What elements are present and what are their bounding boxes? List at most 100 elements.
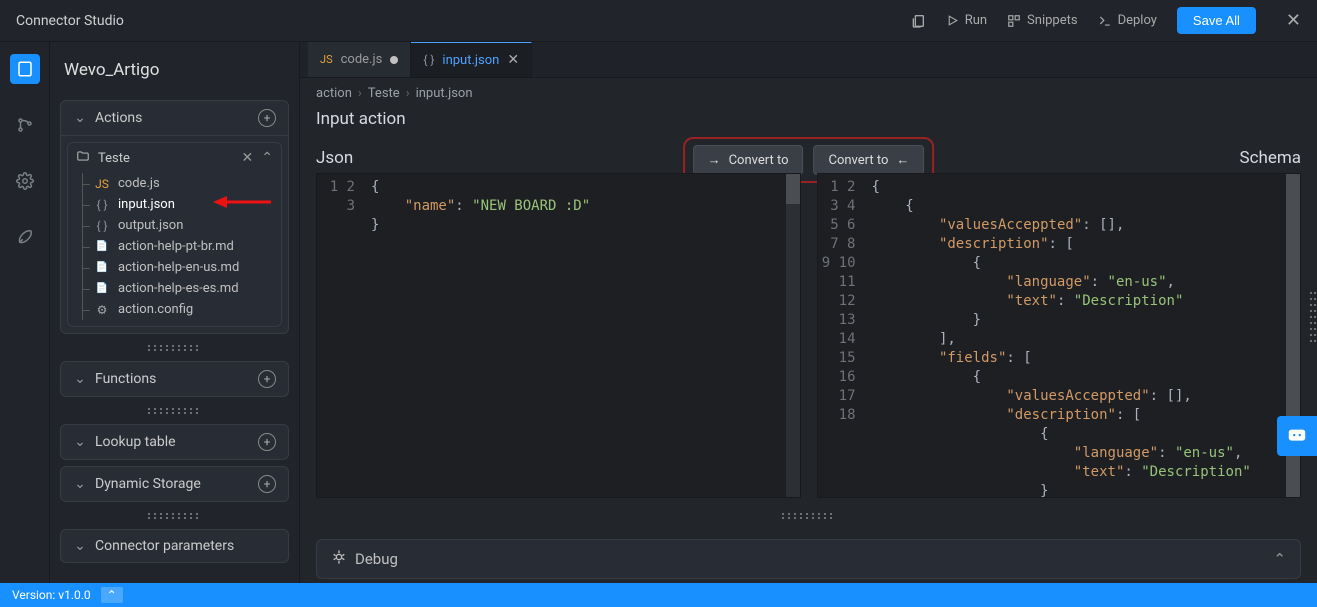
storage-header[interactable]: ⌄ Dynamic Storage + (61, 467, 288, 501)
arrow-left-icon: ← (896, 152, 909, 168)
tree-item[interactable]: ⚙ action.config (68, 299, 281, 320)
tree-item[interactable]: JS code.js (68, 173, 281, 194)
add-storage-button[interactable]: + (258, 475, 276, 493)
activity-bar (0, 42, 50, 583)
storage-panel: ⌄ Dynamic Storage + (60, 466, 289, 502)
tree-item-label: action.config (118, 302, 193, 317)
tree-item-label: action-help-es-es.md (118, 281, 239, 296)
actions-panel-header[interactable]: ⌄ Actions + (61, 101, 288, 135)
rail-files-icon[interactable] (10, 54, 40, 84)
json-file-icon: { } (94, 219, 110, 233)
convert-to-schema-button[interactable]: → Convert to (693, 145, 804, 175)
snippets-label: Snippets (1027, 13, 1078, 28)
resize-handle[interactable] (60, 403, 289, 418)
folder-icon (76, 149, 90, 167)
tree-item[interactable]: 📄 action-help-pt-br.md (68, 236, 281, 257)
lookup-label: Lookup table (95, 434, 176, 450)
tree-item-label: output.json (118, 218, 183, 233)
json-file-icon: { } (94, 198, 110, 212)
add-function-button[interactable]: + (258, 370, 276, 388)
project-title: Wevo_Artigo (60, 52, 289, 94)
tab-label: code.js (341, 52, 383, 67)
debug-panel[interactable]: Debug ⌃ (316, 539, 1301, 579)
app-title: Connector Studio (16, 13, 124, 29)
functions-header[interactable]: ⌄ Functions + (61, 362, 288, 396)
chevron-down-icon: ⌄ (73, 434, 87, 450)
top-bar: Connector Studio Run Snippets Deploy Sav… (0, 0, 1317, 42)
close-tab-icon[interactable]: ✕ (507, 52, 519, 68)
add-lookup-button[interactable]: + (258, 433, 276, 451)
crumb-2[interactable]: input.json (416, 86, 473, 101)
breadcrumb-sep: › (358, 86, 362, 101)
editor-tabs: JS code.js { } input.json ✕ (300, 42, 1317, 78)
chat-widget-button[interactable] (1277, 416, 1317, 456)
editor-resize-handle[interactable] (300, 508, 1317, 523)
md-file-icon: 📄 (94, 241, 110, 252)
params-label: Connector parameters (95, 538, 234, 554)
run-label: Run (965, 13, 987, 28)
crumb-1[interactable]: Teste (368, 86, 400, 101)
gear-icon: ⚙ (94, 303, 110, 317)
code-body[interactable]: { { "valuesAcceppted": [], "description"… (864, 174, 1287, 497)
folder-close-icon[interactable]: ✕ (242, 150, 254, 166)
json-file-icon: { } (423, 53, 434, 67)
functions-panel: ⌄ Functions + (60, 361, 289, 397)
js-file-icon: JS (320, 53, 333, 66)
lookup-panel: ⌄ Lookup table + (60, 424, 289, 460)
tree-item-label: action-help-en-us.md (118, 260, 239, 275)
arrow-right-icon: → (708, 152, 721, 168)
chevron-down-icon: ⌄ (73, 371, 87, 387)
editors-row: → Convert to Convert to ← Json 1 2 3 { "… (300, 143, 1317, 498)
tree-item-label: code.js (118, 176, 160, 191)
params-panel: ⌄ Connector parameters (60, 529, 289, 563)
rail-settings-icon[interactable] (10, 166, 40, 196)
rail-branch-icon[interactable] (10, 110, 40, 140)
params-header[interactable]: ⌄ Connector parameters (61, 530, 288, 562)
add-action-button[interactable]: + (258, 109, 276, 127)
rail-rocket-icon[interactable] (10, 222, 40, 252)
action-folder: Teste ✕ ⌃ JS code.js { } input.json { } outpu… (67, 142, 282, 327)
debug-label: Debug (355, 550, 398, 568)
resize-handle[interactable] (60, 508, 289, 523)
json-editor[interactable]: 1 2 3 { "name": "NEW BOARD :D" } (316, 173, 801, 498)
status-expand-icon[interactable]: ⌃ (101, 587, 123, 603)
tree-item[interactable]: 📄action-help-es-es.md (68, 278, 281, 299)
snippets-button[interactable]: Snippets (1007, 13, 1078, 28)
bug-icon (331, 549, 347, 569)
convert-to-json-button[interactable]: Convert to ← (814, 145, 925, 175)
tree-item[interactable]: { } output.json (68, 215, 281, 236)
minimap[interactable] (786, 174, 800, 497)
deploy-label: Deploy (1118, 13, 1157, 28)
folder-collapse-icon[interactable]: ⌃ (261, 150, 273, 166)
deploy-button[interactable]: Deploy (1098, 13, 1157, 28)
schema-editor[interactable]: 1 2 3 4 5 6 7 8 9 10 11 12 13 14 15 16 1… (817, 173, 1302, 498)
lookup-header[interactable]: ⌄ Lookup table + (61, 425, 288, 459)
convert-label: Convert to (829, 153, 889, 168)
tree-item-label: input.json (118, 197, 175, 212)
side-resize-handle[interactable] (1307, 289, 1317, 337)
crumb-0[interactable]: action (316, 86, 352, 101)
chevron-down-icon: ⌄ (73, 476, 87, 492)
tree-item[interactable]: { } input.json (68, 194, 281, 215)
editor-tab[interactable]: JS code.js (308, 42, 411, 77)
status-bar: Version: v1.0.0 ⌃ (0, 583, 1317, 607)
breadcrumb-sep: › (406, 86, 410, 101)
close-button[interactable]: ✕ (1276, 10, 1301, 31)
actions-label: Actions (95, 110, 142, 126)
line-gutter: 1 2 3 (317, 174, 363, 497)
folder-header[interactable]: Teste ✕ ⌃ (68, 143, 281, 173)
dirty-indicator-icon (390, 56, 398, 64)
resize-handle[interactable] (60, 340, 289, 355)
convert-label: Convert to (729, 153, 789, 168)
js-file-icon: JS (94, 177, 110, 191)
tree-item[interactable]: 📄action-help-en-us.md (68, 257, 281, 278)
save-all-button[interactable]: Save All (1177, 7, 1256, 34)
clipboard-button[interactable] (910, 13, 926, 29)
tab-label: input.json (442, 53, 499, 68)
run-button[interactable]: Run (946, 13, 987, 28)
actions-panel: ⌄ Actions + Teste ✕ ⌃ JScode.j (60, 100, 289, 334)
code-body[interactable]: { "name": "NEW BOARD :D" } (363, 174, 786, 497)
editor-tab[interactable]: { } input.json ✕ (411, 42, 532, 77)
chevron-up-icon[interactable]: ⌃ (1273, 550, 1286, 568)
tree-item-label: action-help-pt-br.md (118, 239, 234, 254)
